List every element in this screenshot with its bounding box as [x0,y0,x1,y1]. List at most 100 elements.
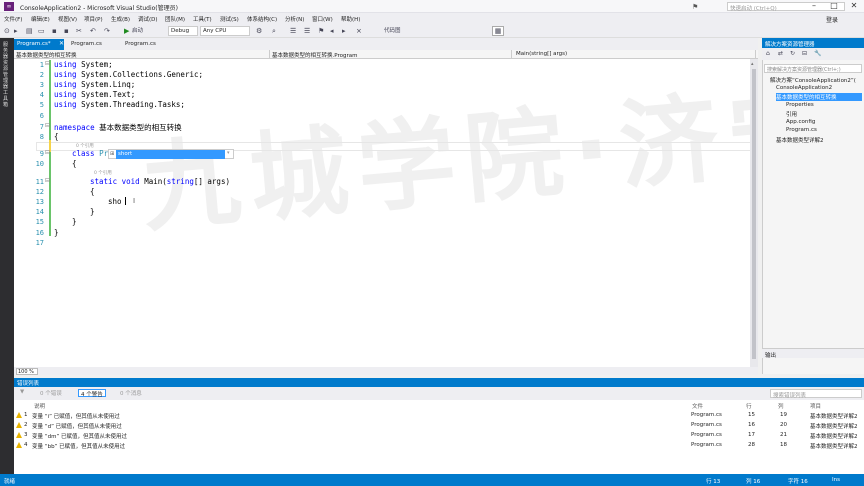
fold-collapse-icon[interactable]: ⊟ [45,60,50,67]
redo-icon[interactable]: ↷ [104,27,110,35]
comment-icon[interactable]: ☰ [290,27,296,35]
menu-team[interactable]: 团队(M) [165,15,185,23]
collapse-all-icon[interactable]: ⊟ [802,50,807,58]
feedback-flag-icon[interactable]: ⚑ [692,3,698,11]
open-file-icon[interactable]: ▭ [38,27,45,35]
uncomment-icon[interactable]: ☰ [304,27,310,35]
tab-program-cs-2[interactable]: Program.cs [68,39,124,50]
error-list-search-input[interactable]: 搜索错误列表 [770,389,862,399]
warning-icon [16,432,22,438]
error-row[interactable]: 1 变量 “i” 已赋值，但其值从未使用过 Program.cs 15 19 基… [14,411,864,420]
tree-project-conversion[interactable]: 基本数据类型的相互转换 [776,93,862,101]
menu-tools[interactable]: 工具(T) [193,15,212,23]
scroll-thumb[interactable] [752,69,756,359]
solution-search-input[interactable]: 搜索解决方案资源管理器(Ctrl+;) [764,64,862,73]
menu-project[interactable]: 项目(P) [84,15,103,23]
sync-icon[interactable]: ⇄ [778,50,783,58]
nav-class-select[interactable]: 基本数据类型的相互转换.Program [270,50,512,59]
code-map-button[interactable]: 代码图 [384,27,401,35]
nav-member-select[interactable]: Main(string[] args) [514,50,756,59]
code-line-13-typed[interactable]: sho [108,197,122,206]
column-column[interactable]: 列 [778,402,784,410]
start-button[interactable]: 启动 [132,27,143,35]
row-file: Program.cs [691,422,722,428]
error-row[interactable]: 4 变量 “bb” 已赋值，但其值从未使用过 Program.cs 28 18 … [14,441,864,450]
scroll-down-icon[interactable]: ▾ [227,150,230,156]
start-debug-icon[interactable]: ▶ [124,27,129,35]
extension-icon[interactable]: ▦ [492,26,504,36]
tab-program-cs-active[interactable]: Program.cs* [14,39,64,50]
line-number: 2 [39,71,44,79]
errors-filter-button[interactable]: 0 个错误 [38,389,64,397]
output-panel-title[interactable]: 输出 [762,348,864,359]
minimize-icon[interactable]: – [806,1,822,12]
server-explorer-tab[interactable]: 服务器资源管理器 工具箱 [3,42,11,108]
nav-project-select[interactable]: 基本数据类型的相互转换 [14,50,270,59]
fold-collapse-icon[interactable]: ⊟ [45,149,50,156]
save-all-icon[interactable]: ▪ [64,27,69,35]
solution-platform-select[interactable]: Any CPU [200,26,250,36]
find-icon[interactable]: ⌕ [272,27,276,35]
menu-build[interactable]: 生成(B) [111,15,130,23]
toolbar-tool-icon[interactable]: ⚙ [256,27,262,35]
tree-references[interactable]: 引用 [786,110,797,118]
menu-architecture[interactable]: 体系结构(C) [247,15,277,23]
line-number: 4 [39,91,44,99]
new-project-icon[interactable]: ▤ [26,27,33,35]
bookmark-icon[interactable]: ⚑ [318,27,324,35]
intellisense-item-short[interactable]: short [116,150,225,159]
tree-solution[interactable]: 解决方案“ConsoleApplication2”( [770,76,856,84]
scroll-up-icon[interactable]: ▴ [751,61,754,67]
home-icon[interactable]: ⌂ [766,50,770,58]
menu-test[interactable]: 测试(S) [220,15,239,23]
column-file[interactable]: 文件 [692,402,703,410]
bookmark-prev-icon[interactable]: ◂ [330,27,334,35]
refresh-icon[interactable]: ↻ [790,50,795,58]
tree-app-config[interactable]: App.config [786,119,815,125]
row-number: 3 [24,432,28,438]
tab-close-icon[interactable]: ✕ [59,40,64,47]
line-number: 12 [35,188,44,196]
warnings-filter-button[interactable]: 4 个警告 [78,389,106,398]
menu-edit[interactable]: 编辑(E) [31,15,50,23]
close-icon[interactable]: ✕ [846,1,862,12]
login-link[interactable]: 登录 [826,15,838,24]
ibeam-cursor-icon: I [133,197,136,205]
editor-horizontal-scrollbar[interactable] [14,367,758,375]
tree-program-cs[interactable]: Program.cs [786,127,817,133]
nav-forward-icon[interactable]: ▸ [14,27,18,35]
tree-properties[interactable]: Properties [786,102,814,108]
tree-project-types[interactable]: 基本数据类型详解2 [776,136,824,144]
menu-debug[interactable]: 调试(D) [138,15,158,23]
properties-icon[interactable]: 🔧 [814,50,821,58]
row-description: 变量 “d” 已赋值，但其值从未使用过 [32,424,122,430]
save-icon[interactable]: ▪ [52,27,57,35]
menu-window[interactable]: 窗口(W) [312,15,333,23]
messages-filter-button[interactable]: 0 个消息 [118,389,144,397]
zoom-level-select[interactable]: 100 % [16,368,38,375]
tab-program-cs-3[interactable]: Program.cs [122,39,172,50]
error-row[interactable]: 2 变量 “d” 已赋值，但其值从未使用过 Program.cs 16 20 基… [14,421,864,430]
column-project[interactable]: 项目 [810,402,821,410]
menu-file[interactable]: 文件(F) [4,15,22,23]
codelens-reference[interactable]: 0 个引用 [94,170,112,176]
nav-back-icon[interactable]: ⊙ [4,27,10,35]
menu-view[interactable]: 视图(V) [58,15,77,23]
menu-analyze[interactable]: 分析(N) [285,15,304,23]
fold-collapse-icon[interactable]: ⊟ [45,177,50,184]
solution-config-select[interactable]: Debug [168,26,198,36]
cut-icon[interactable]: ✂ [76,27,82,35]
menu-help[interactable]: 帮助(H) [341,15,360,23]
filter-icon[interactable]: ▼ [18,389,26,397]
keyword: using [54,90,77,99]
bookmark-clear-icon[interactable]: ⨯ [356,27,362,35]
column-description[interactable]: 说明 [34,402,45,410]
fold-collapse-icon[interactable]: ⊟ [45,122,50,129]
tree-project-console[interactable]: ConsoleApplication2 [776,85,832,91]
error-row[interactable]: 3 变量 “dm” 已赋值，但其值从未使用过 Program.cs 17 21 … [14,431,864,440]
undo-icon[interactable]: ↶ [90,27,96,35]
bookmark-next-icon[interactable]: ▸ [342,27,346,35]
editor-vertical-scrollbar[interactable]: ▴ [750,59,758,367]
maximize-icon[interactable]: □ [826,1,842,12]
column-line[interactable]: 行 [746,402,752,410]
